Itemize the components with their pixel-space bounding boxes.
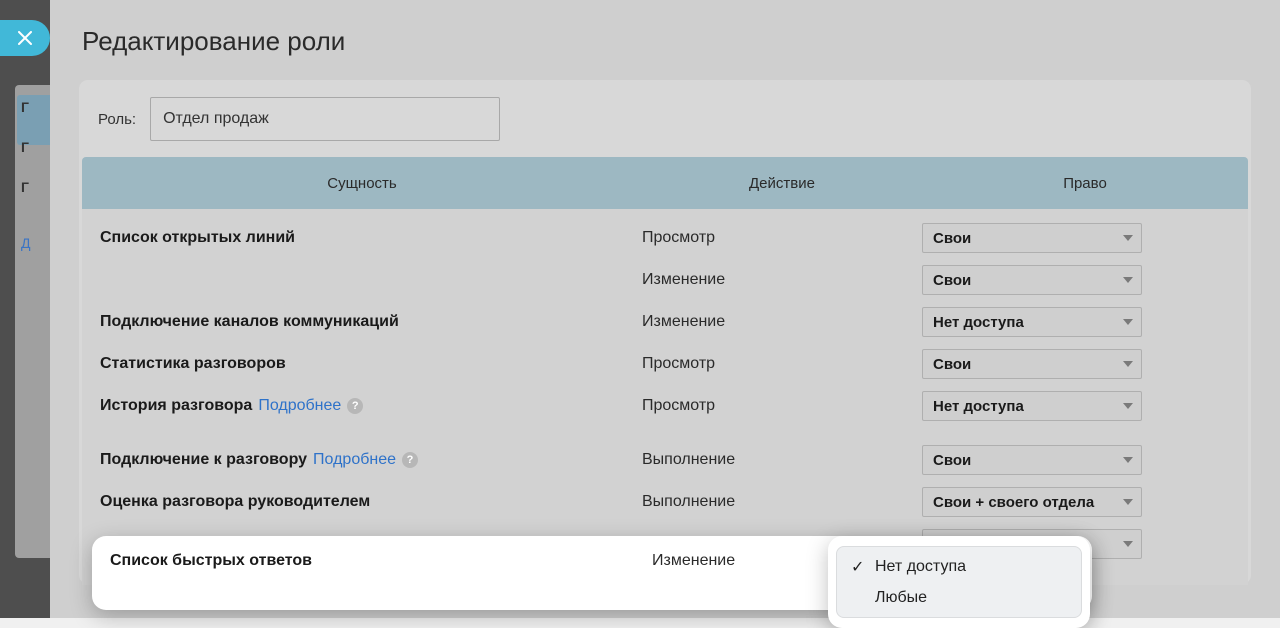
- right-select-value: Свои: [933, 272, 971, 289]
- entity-label: Подключение к разговоруПодробнее?: [82, 451, 642, 469]
- chevron-down-icon: [1123, 403, 1133, 409]
- table-row: Статистика разговоровПросмотр Свои: [82, 343, 1248, 385]
- modal-panel: Редактирование роли Роль: Сущность Дейст…: [50, 0, 1280, 618]
- right-select[interactable]: Свои: [922, 223, 1142, 253]
- right-select[interactable]: Нет доступа: [922, 307, 1142, 337]
- right-dropdown-popup: ✓ Нет доступа Любые: [828, 536, 1090, 628]
- right-select-value: Нет доступа: [933, 314, 1024, 331]
- help-icon[interactable]: ?: [402, 452, 418, 468]
- entity-label: История разговораПодробнее?: [82, 397, 642, 415]
- chevron-down-icon: [1123, 361, 1133, 367]
- help-icon[interactable]: ?: [347, 398, 363, 414]
- right-select[interactable]: Свои: [922, 445, 1142, 475]
- page-title: Редактирование роли: [78, 0, 1252, 79]
- right-select-value: Свои: [933, 230, 971, 247]
- dropdown-option[interactable]: ✓ Нет доступа: [837, 551, 1081, 583]
- right-select[interactable]: Нет доступа: [922, 391, 1142, 421]
- action-label: Выполнение: [642, 451, 922, 469]
- entity-label: Список быстрых ответов: [92, 552, 652, 570]
- right-cell: Свои: [922, 445, 1248, 475]
- table-row: Подключение каналов коммуникацийИзменени…: [82, 301, 1248, 343]
- chevron-down-icon: [1123, 457, 1133, 463]
- action-label: Просмотр: [642, 229, 922, 247]
- right-cell: Свои: [922, 265, 1248, 295]
- right-select-value: Свои: [933, 356, 971, 373]
- action-label: Просмотр: [642, 397, 922, 415]
- table-row: Подключение к разговоруПодробнее?Выполне…: [82, 439, 1248, 481]
- table-row: История разговораПодробнее?Просмотр Нет д…: [82, 385, 1248, 427]
- action-label: Просмотр: [642, 355, 922, 373]
- entity-label: Подключение каналов коммуникаций: [82, 313, 642, 331]
- dropdown-option-label: Нет доступа: [875, 558, 966, 576]
- chevron-down-icon: [1123, 499, 1133, 505]
- dropdown-option-label: Любые: [875, 589, 927, 607]
- more-link[interactable]: Подробнее: [258, 397, 341, 415]
- role-label: Роль:: [98, 111, 136, 128]
- right-select[interactable]: Свои + своего отдела: [922, 487, 1142, 517]
- chevron-down-icon: [1123, 541, 1133, 547]
- right-select-value: Нет доступа: [933, 398, 1024, 415]
- right-cell: Свои: [922, 223, 1248, 253]
- close-button[interactable]: [0, 20, 50, 56]
- action-label: Выполнение: [642, 493, 922, 511]
- dropdown-option[interactable]: Любые: [837, 583, 1081, 613]
- action-label: Изменение: [642, 271, 922, 289]
- permissions-table-head: Сущность Действие Право: [82, 157, 1248, 209]
- table-row: Список открытых линийПросмотр Свои: [82, 217, 1248, 259]
- head-entity: Сущность: [82, 175, 642, 192]
- right-select-value: Свои: [933, 452, 971, 469]
- check-icon: ✓: [851, 557, 867, 577]
- permissions-rows: Список открытых линийПросмотрСвоиИзменен…: [82, 209, 1248, 585]
- head-action: Действие: [642, 175, 922, 192]
- chevron-down-icon: [1123, 319, 1133, 325]
- entity-label: Статистика разговоров: [82, 355, 642, 373]
- table-row: Изменение Свои: [82, 259, 1248, 301]
- role-card: Роль: Сущность Действие Право Список отк…: [78, 79, 1252, 585]
- role-name-input[interactable]: [150, 97, 500, 141]
- right-cell: Нет доступа: [922, 391, 1248, 421]
- right-select[interactable]: Свои: [922, 265, 1142, 295]
- close-icon: [18, 31, 32, 45]
- entity-label: Оценка разговора руководителем: [82, 493, 642, 511]
- right-select[interactable]: Свои: [922, 349, 1142, 379]
- head-right: Право: [922, 175, 1248, 192]
- table-row: Оценка разговора руководителемВыполнение…: [82, 481, 1248, 523]
- right-cell: Свои + своего отдела: [922, 487, 1248, 517]
- background-panel: Г Г Г Д: [15, 85, 55, 558]
- more-link[interactable]: Подробнее: [313, 451, 396, 469]
- chevron-down-icon: [1123, 277, 1133, 283]
- chevron-down-icon: [1123, 235, 1133, 241]
- right-select-value: Свои + своего отдела: [933, 494, 1094, 511]
- right-cell: Нет доступа: [922, 307, 1248, 337]
- entity-label: Список открытых линий: [82, 229, 642, 247]
- action-label: Изменение: [642, 313, 922, 331]
- role-row: Роль:: [78, 97, 1252, 157]
- right-cell: Свои: [922, 349, 1248, 379]
